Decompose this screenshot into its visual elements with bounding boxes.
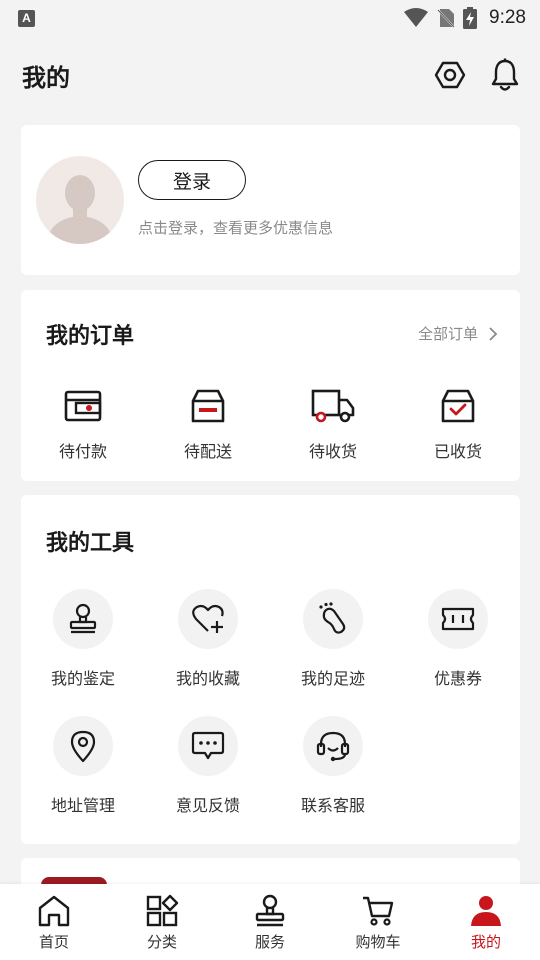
tool-address[interactable]: 地址管理 xyxy=(21,716,145,816)
truck-icon xyxy=(311,389,355,423)
order-pending-delivery-label: 待配送 xyxy=(183,442,232,461)
tool-feedback-label: 意见反馈 xyxy=(175,796,240,815)
tab-service[interactable]: 服务 xyxy=(216,884,324,960)
home-icon xyxy=(38,895,70,927)
profile-card: 登录 点击登录，查看更多优惠信息 xyxy=(21,125,520,275)
status-time: 9:28 xyxy=(489,7,526,28)
user-icon xyxy=(471,896,501,926)
avatar[interactable] xyxy=(36,156,124,244)
order-received[interactable]: 已收货 xyxy=(396,384,520,462)
location-pin-icon xyxy=(70,730,96,763)
all-orders-label: 全部订单 xyxy=(417,325,478,343)
default-avatar-icon xyxy=(46,175,114,244)
order-pending-receipt-label: 待收货 xyxy=(308,442,357,461)
tab-category[interactable]: 分类 xyxy=(108,884,216,960)
tab-profile-label: 我的 xyxy=(470,933,501,951)
wallet-icon xyxy=(64,390,102,422)
settings-hex-icon[interactable] xyxy=(434,59,466,91)
chevron-right-icon xyxy=(489,326,498,341)
battery-charging-icon xyxy=(463,7,478,29)
cart-icon xyxy=(363,896,394,926)
heart-plus-icon xyxy=(192,604,224,633)
tab-service-label: 服务 xyxy=(254,933,285,951)
order-pending-receipt[interactable]: 待收货 xyxy=(271,384,395,462)
tab-cart-label: 购物车 xyxy=(355,933,401,951)
page-title: 我的 xyxy=(22,63,70,92)
no-sim-icon xyxy=(437,9,455,28)
headset-icon xyxy=(316,731,350,762)
tool-address-label: 地址管理 xyxy=(50,796,115,815)
tool-favorites[interactable]: 我的收藏 xyxy=(146,589,270,689)
tool-customer-service[interactable]: 联系客服 xyxy=(271,716,395,816)
tool-footprints[interactable]: 我的足迹 xyxy=(271,589,395,689)
tool-favorites-label: 我的收藏 xyxy=(175,669,240,688)
login-button[interactable]: 登录 xyxy=(138,160,246,200)
tab-category-label: 分类 xyxy=(146,933,177,951)
tool-appraisal[interactable]: 我的鉴定 xyxy=(21,589,145,689)
notification-a-icon: A xyxy=(18,9,35,27)
tab-profile[interactable]: 我的 xyxy=(432,884,540,960)
tab-home[interactable]: 首页 xyxy=(0,884,108,960)
tab-cart[interactable]: 购物车 xyxy=(324,884,432,960)
bell-icon[interactable] xyxy=(490,58,520,92)
tool-coupons-label: 优惠券 xyxy=(433,669,482,688)
orders-card: 我的订单 全部订单 待付款 待配送 待收货 已收货 xyxy=(21,290,520,481)
ticket-icon xyxy=(441,607,475,631)
tool-coupons[interactable]: 优惠券 xyxy=(396,589,520,689)
order-pending-payment-label: 待付款 xyxy=(58,442,107,461)
tool-customer-service-label: 联系客服 xyxy=(300,796,365,815)
footprint-icon xyxy=(319,602,346,634)
tools-card: 我的工具 我的鉴定 我的收藏 我的足迹 优惠券 地址管理 意见反馈 联系客服 xyxy=(21,495,520,844)
tool-feedback[interactable]: 意见反馈 xyxy=(146,716,270,816)
order-received-label: 已收货 xyxy=(433,442,482,461)
page-header: 我的 xyxy=(0,40,540,110)
wifi-icon xyxy=(404,8,429,27)
box-icon xyxy=(191,389,225,423)
tools-title: 我的工具 xyxy=(46,531,135,556)
box-check-icon xyxy=(441,389,475,423)
order-pending-payment[interactable]: 待付款 xyxy=(21,384,145,462)
stamp-icon xyxy=(255,894,285,927)
status-bar: A 9:28 xyxy=(0,0,540,36)
tool-footprints-label: 我的足迹 xyxy=(300,669,365,688)
order-pending-delivery[interactable]: 待配送 xyxy=(146,384,270,462)
all-orders-link[interactable]: 全部订单 xyxy=(418,323,498,344)
orders-title: 我的订单 xyxy=(46,324,135,349)
stamp-icon xyxy=(69,603,97,634)
login-hint[interactable]: 点击登录，查看更多优惠信息 xyxy=(138,217,333,238)
category-icon xyxy=(146,894,179,927)
chat-bubble-icon xyxy=(191,731,225,760)
tool-appraisal-label: 我的鉴定 xyxy=(50,669,115,688)
tab-home-label: 首页 xyxy=(38,933,69,951)
bottom-tab-bar: 首页 分类 服务 购物车 我的 xyxy=(0,884,540,960)
